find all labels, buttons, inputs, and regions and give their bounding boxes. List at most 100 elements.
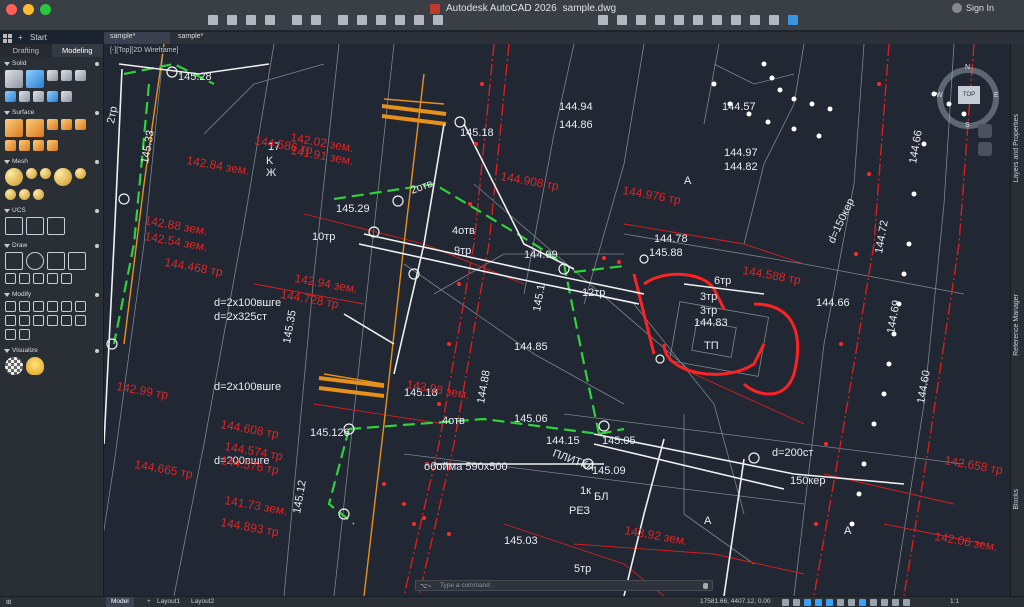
print-icon[interactable] (357, 15, 367, 25)
section-menu-icon[interactable] (95, 110, 99, 115)
compass-east[interactable]: E (994, 92, 999, 99)
offset-icon[interactable] (33, 315, 44, 326)
compass-south[interactable]: S (965, 122, 970, 129)
untrim-icon[interactable] (19, 140, 30, 151)
assistant-icon[interactable] (788, 15, 798, 25)
save-as-icon[interactable] (265, 15, 275, 25)
ellipse-icon[interactable] (19, 273, 30, 284)
section-header[interactable]: Draw (4, 241, 99, 250)
layout1-tab[interactable]: Layout1 (152, 597, 185, 607)
ortho-toggle-icon[interactable] (815, 599, 822, 606)
osnap-toggle-icon[interactable] (837, 599, 844, 606)
otrack-toggle-icon[interactable] (848, 599, 855, 606)
document-tab-1[interactable]: sample* (104, 32, 170, 44)
extend-icon[interactable] (19, 315, 30, 326)
materials-icon[interactable] (5, 357, 23, 375)
properties-icon[interactable] (598, 15, 608, 25)
layers-properties-tab[interactable]: Layers and Properties (1013, 114, 1020, 182)
intersect-icon[interactable] (75, 70, 86, 81)
calculator-icon[interactable] (693, 15, 703, 25)
union-icon[interactable] (47, 70, 58, 81)
loft-surface-icon[interactable] (26, 119, 44, 137)
section-menu-icon[interactable] (95, 292, 99, 297)
patch-icon[interactable] (61, 119, 72, 130)
print-preview-icon[interactable] (376, 15, 386, 25)
section-menu-icon[interactable] (95, 243, 99, 248)
array-icon[interactable] (47, 315, 58, 326)
grid-icon[interactable] (674, 15, 684, 25)
scale-icon[interactable] (33, 301, 44, 312)
arc-icon[interactable] (68, 252, 86, 270)
refine-mesh-icon[interactable] (75, 168, 86, 179)
viewcube-top-face[interactable]: TOP (958, 86, 980, 104)
ucs-3point-icon[interactable] (47, 217, 65, 235)
section-menu-icon[interactable] (95, 208, 99, 213)
trim-icon[interactable] (5, 315, 16, 326)
start-tab[interactable]: Start (30, 33, 47, 42)
annotation-scale[interactable]: 1:1 (950, 598, 959, 605)
new-tab-plus-icon[interactable]: + (18, 33, 23, 42)
command-input[interactable]: Type a command (440, 582, 490, 589)
pan-icon[interactable] (395, 15, 405, 25)
model-space-icon[interactable] (782, 599, 789, 606)
section-menu-icon[interactable] (95, 159, 99, 164)
point-icon[interactable] (47, 273, 58, 284)
section-menu-icon[interactable] (95, 348, 99, 353)
trim-surface-icon[interactable] (5, 140, 16, 151)
document-tab-2[interactable]: sample* (172, 32, 250, 44)
compass-west[interactable]: W (936, 92, 943, 99)
selection-cycling-icon[interactable] (881, 599, 888, 606)
cloud-icon[interactable] (769, 15, 779, 25)
snap-toggle-icon[interactable] (804, 599, 811, 606)
blocks-tab[interactable]: Blocks (1013, 489, 1020, 510)
undo-icon[interactable] (292, 15, 302, 25)
tab-drafting[interactable]: Drafting (0, 44, 52, 57)
grid-menu-icon[interactable] (3, 34, 13, 44)
measure-icon[interactable] (655, 15, 665, 25)
section-header[interactable]: Visualize (4, 346, 99, 355)
section-header[interactable]: UCS (4, 206, 99, 215)
ucs-world-icon[interactable] (5, 217, 23, 235)
tab-modeling[interactable]: Modeling (51, 44, 103, 57)
rotate-icon[interactable] (19, 301, 30, 312)
plot-icon[interactable] (338, 15, 348, 25)
viewport-controls[interactable]: [-][Top][2D Wireframe] (108, 47, 181, 54)
box-icon[interactable] (5, 70, 23, 88)
section-header[interactable]: Modify (4, 290, 99, 299)
open-file-icon[interactable] (227, 15, 237, 25)
workspace-icon[interactable] (903, 599, 910, 606)
compare-icon[interactable] (750, 15, 760, 25)
pan-nav-icon[interactable] (978, 124, 992, 138)
share-icon[interactable] (731, 15, 741, 25)
drawing-canvas[interactable]: 145.28 144.86 144.94 144.57 144.97 144.82 145.… (104, 44, 1010, 596)
palette-toggle-icon[interactable]: ⊞ (6, 598, 11, 606)
zoom-window-button[interactable] (40, 4, 51, 15)
match-properties-icon[interactable] (636, 15, 646, 25)
polyline-icon[interactable] (5, 252, 23, 270)
blend-icon[interactable] (47, 119, 58, 130)
erase-icon[interactable] (19, 329, 30, 340)
explode-icon[interactable] (61, 315, 72, 326)
stretch-icon[interactable] (75, 315, 86, 326)
section-header[interactable]: Surface (4, 108, 99, 117)
layers-icon[interactable] (617, 15, 627, 25)
new-file-icon[interactable] (208, 15, 218, 25)
split-face-icon[interactable] (19, 189, 30, 200)
hatch-icon[interactable] (33, 273, 44, 284)
lineweight-toggle-icon[interactable] (859, 599, 866, 606)
smooth-less-icon[interactable] (40, 168, 51, 179)
fillet-icon[interactable] (75, 301, 86, 312)
extrude-icon[interactable] (26, 70, 44, 88)
section-header[interactable]: Mesh (4, 157, 99, 166)
smooth-more-icon[interactable] (26, 168, 37, 179)
crease-icon[interactable] (5, 189, 16, 200)
extend-surface-icon[interactable] (33, 140, 44, 151)
save-icon[interactable] (246, 15, 256, 25)
section-menu-icon[interactable] (95, 61, 99, 66)
lights-icon[interactable] (26, 357, 44, 375)
region-icon[interactable] (61, 273, 72, 284)
network-surface-icon[interactable] (5, 119, 23, 137)
compass-north[interactable]: N (965, 64, 970, 71)
subtract-icon[interactable] (61, 70, 72, 81)
ucs-origin-icon[interactable] (26, 217, 44, 235)
